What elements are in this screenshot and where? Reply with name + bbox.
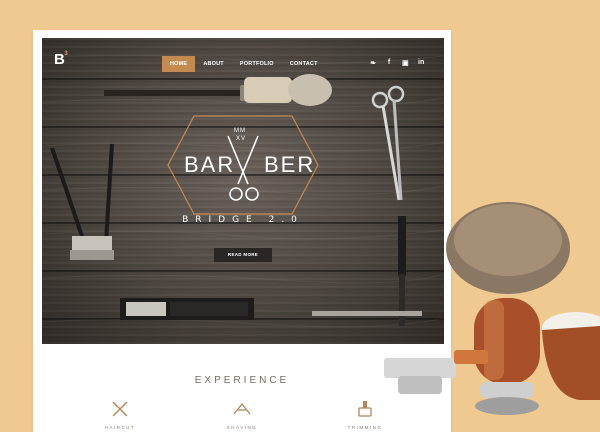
service-shaving-label: SHAVING <box>226 425 258 430</box>
twitter-icon[interactable]: ❧ <box>370 59 376 67</box>
shaving-brush-tool <box>104 74 332 106</box>
service-shaving[interactable]: SHAVING <box>212 400 272 430</box>
read-more-button[interactable]: READ MORE <box>214 248 272 262</box>
crossed-scissors-icon <box>112 401 128 417</box>
scissors-tool <box>371 85 405 201</box>
service-haircut[interactable]: HAIRCUT <box>90 400 150 430</box>
emblem-top-text: MM <box>234 128 246 134</box>
facebook-icon[interactable]: f <box>386 59 392 67</box>
instagram-icon[interactable]: ▣ <box>402 59 409 67</box>
emblem-title-right: BER <box>264 152 316 177</box>
service-haircut-label: HAIRCUT <box>104 425 136 430</box>
emblem-sub-text: XV <box>236 136 247 142</box>
comb-box-tool <box>120 298 254 320</box>
linkedin-icon[interactable]: in <box>418 59 424 67</box>
social-links: ❧ f ▣ in <box>370 59 424 67</box>
brand-logo-mark: 3 <box>64 51 68 57</box>
brand-logo[interactable]: B3 <box>54 51 68 68</box>
emblem-title-left: BAR <box>184 152 236 177</box>
shaving-kit-photo <box>384 202 600 415</box>
brand-logo-letter: B <box>54 51 65 68</box>
hair-clipper-tool <box>50 143 114 260</box>
razor-icon <box>233 402 251 415</box>
